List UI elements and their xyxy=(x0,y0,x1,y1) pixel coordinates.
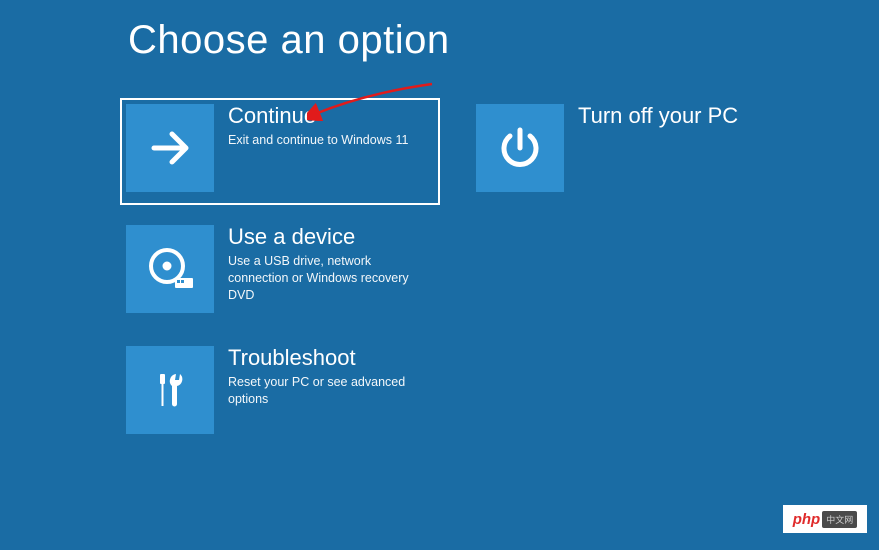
use-device-desc: Use a USB drive, network connection or W… xyxy=(228,253,434,304)
continue-desc: Exit and continue to Windows 11 xyxy=(228,132,408,149)
tools-icon xyxy=(126,346,214,434)
use-device-title: Use a device xyxy=(228,225,434,249)
watermark: php 中文网 xyxy=(783,505,867,533)
watermark-right: 中文网 xyxy=(822,511,857,528)
troubleshoot-desc: Reset your PC or see advanced options xyxy=(228,374,434,408)
troubleshoot-text: Troubleshoot Reset your PC or see advanc… xyxy=(228,346,434,408)
power-icon xyxy=(476,104,564,192)
options-row-3: Troubleshoot Reset your PC or see advanc… xyxy=(120,340,790,447)
use-device-text: Use a device Use a USB drive, network co… xyxy=(228,225,434,304)
continue-tile[interactable]: Continue Exit and continue to Windows 11 xyxy=(120,98,440,205)
continue-title: Continue xyxy=(228,104,408,128)
continue-text: Continue Exit and continue to Windows 11 xyxy=(228,104,408,149)
troubleshoot-tile[interactable]: Troubleshoot Reset your PC or see advanc… xyxy=(120,340,440,447)
turn-off-text: Turn off your PC xyxy=(578,104,738,132)
watermark-left: php xyxy=(793,511,821,528)
troubleshoot-title: Troubleshoot xyxy=(228,346,434,370)
options-row-1: Continue Exit and continue to Windows 11… xyxy=(120,98,790,205)
turn-off-tile[interactable]: Turn off your PC xyxy=(470,98,790,205)
options-row-2: Use a device Use a USB drive, network co… xyxy=(120,219,790,326)
options-grid: Continue Exit and continue to Windows 11… xyxy=(120,98,790,461)
use-device-tile[interactable]: Use a device Use a USB drive, network co… xyxy=(120,219,440,326)
turn-off-title: Turn off your PC xyxy=(578,104,738,128)
page-title: Choose an option xyxy=(128,18,450,63)
arrow-right-icon xyxy=(126,104,214,192)
disc-usb-icon xyxy=(126,225,214,313)
